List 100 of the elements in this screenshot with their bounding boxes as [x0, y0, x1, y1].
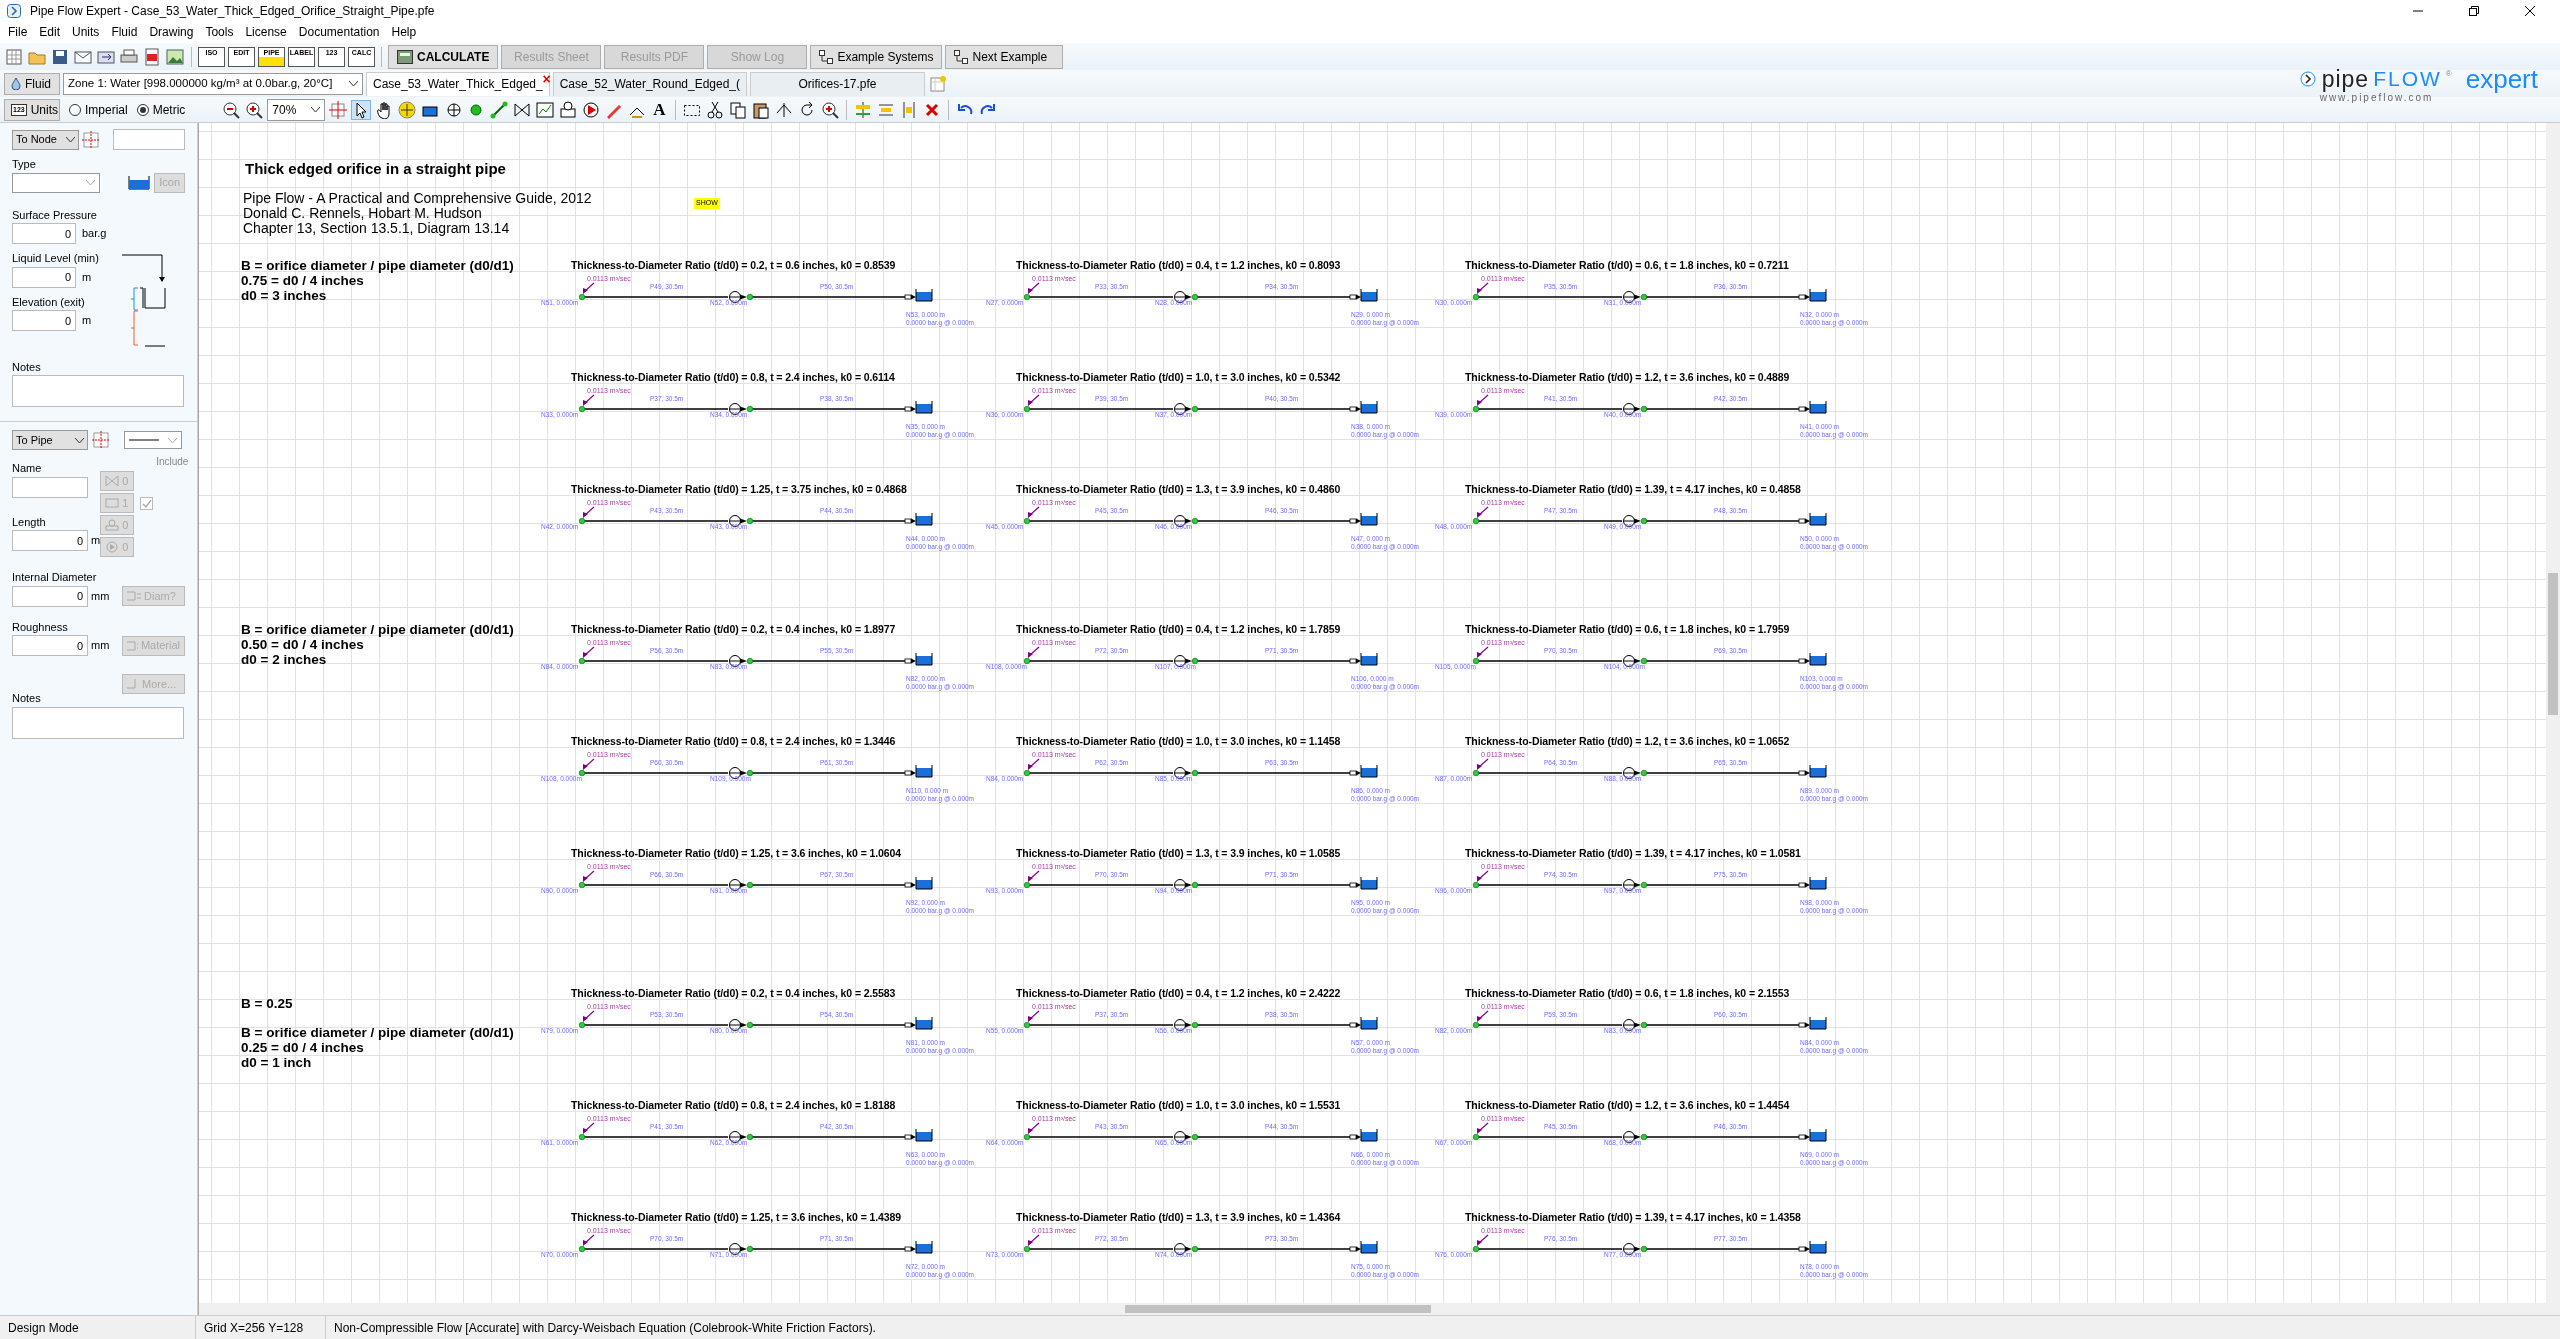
field-label: Notes [12, 691, 42, 706]
component-icon[interactable] [558, 99, 579, 120]
node-dot [1191, 658, 1199, 665]
field-label: Name [12, 461, 43, 476]
node-dot [578, 882, 586, 889]
node-dot [746, 1134, 754, 1141]
number-field[interactable]: 0 [12, 530, 88, 551]
pump-icon[interactable] [581, 99, 602, 120]
scroll-thumb[interactable] [1125, 1305, 1431, 1313]
vertical-scrollbar[interactable] [2546, 123, 2560, 1303]
node-dot [746, 294, 754, 301]
diagram-caption: Thickness-to-Diameter Ratio (t/d0) = 1.25, t = 3.6 inches, k0 = 1.4389 [571, 1209, 903, 1225]
zone-select[interactable]: Zone 1: Water [998.000000 kg/m³ at 0.0bar.g, 20°C] [63, 72, 363, 95]
menu-item[interactable]: License [239, 23, 293, 41]
text-tool-button[interactable]: A [650, 100, 669, 119]
node-dot [1472, 1134, 1480, 1141]
notes-field[interactable] [12, 706, 184, 739]
pipe-target-select[interactable]: To Pipe [12, 430, 88, 450]
menu-item[interactable]: Edit [33, 23, 67, 41]
pipe-icon[interactable] [489, 99, 510, 120]
toolbar-button[interactable]: CALCULATE [388, 44, 499, 69]
menu-item[interactable]: Documentation [292, 23, 386, 41]
node-target-select[interactable]: To Node [12, 129, 79, 150]
menu-item[interactable]: Units [66, 23, 106, 41]
tank-icon [1809, 876, 1827, 890]
diagram-caption: Thickness-to-Diameter Ratio (t/d0) = 0.4, t = 1.2 inches, k0 = 2.4222 [1016, 985, 1342, 1001]
zoom-out-icon[interactable] [221, 99, 242, 120]
diagram-caption: Thickness-to-Diameter Ratio (t/d0) = 0.8, t = 2.4 inches, k0 = 1.3446 [571, 733, 897, 749]
caret-icon [311, 107, 321, 112]
node-dot [1640, 770, 1648, 777]
flow-arrow [583, 282, 595, 295]
toolbar-button[interactable]: Next Example [945, 44, 1064, 69]
tank-icon [1809, 288, 1827, 302]
toolbar-button[interactable]: Example Systems [810, 44, 943, 69]
zoom-area-icon[interactable] [819, 99, 840, 120]
zoom-select[interactable]: 70% [267, 98, 326, 121]
pipe-name-field[interactable] [12, 476, 88, 498]
notes-field[interactable] [12, 375, 184, 407]
node-dot [1640, 658, 1648, 665]
diagram-caption: Thickness-to-Diameter Ratio (t/d0) = 0.8, t = 2.4 inches, k0 = 0.6114 [571, 369, 896, 385]
diagram-caption: Thickness-to-Diameter Ratio (t/d0) = 1.2, t = 3.6 inches, k0 = 1.4454 [1465, 1097, 1791, 1113]
flow-arrow [583, 1122, 595, 1135]
end-fitting-icon [1798, 882, 1810, 888]
file-tab[interactable]: Case_52_Water_Round_Edged_( [552, 71, 748, 96]
menu-item[interactable]: Drawing [143, 23, 200, 41]
tank-icon [1360, 876, 1378, 890]
diagram-caption: Thickness-to-Diameter Ratio (t/d0) = 1.3, t = 3.9 inches, k0 = 1.0585 [1016, 845, 1342, 861]
fluid-button[interactable]: Fluid [4, 72, 60, 95]
scroll-thumb[interactable] [2548, 573, 2558, 715]
radio-option[interactable]: Metric [136, 100, 186, 119]
zoom-in-icon[interactable] [244, 99, 265, 120]
radio-option[interactable]: Imperial [69, 100, 128, 119]
caret-icon [349, 81, 358, 86]
node-dot [1640, 294, 1648, 301]
number-field[interactable]: 0 [12, 585, 88, 607]
diagram-caption: Thickness-to-Diameter Ratio (t/d0) = 1.39, t = 4.17 inches, k0 = 0.4858 [1465, 481, 1802, 497]
menu-item[interactable]: Tools [199, 23, 240, 41]
node-dot [578, 406, 586, 413]
node-dot [1023, 406, 1031, 413]
window-title: Pipe Flow Expert - Case_53_Water_Thick_Edged_Orifice_Straight_Pipe.pfe [30, 2, 435, 20]
tank-icon [1809, 512, 1827, 526]
tank-icon [1360, 764, 1378, 778]
number-field[interactable]: 0 [12, 635, 88, 656]
graph-icon[interactable] [535, 99, 556, 120]
node-name-field[interactable] [113, 129, 185, 150]
number-field[interactable]: 0 [12, 223, 76, 244]
new-file-icon[interactable] [4, 46, 24, 67]
line-style-select[interactable] [124, 431, 182, 449]
number-field[interactable]: 0 [12, 310, 76, 331]
number-field[interactable]: 0 [12, 266, 76, 288]
reference-text: Chapter 13, Section 13.5.1, Diagram 13.14 [243, 220, 510, 236]
component-icon [105, 497, 120, 509]
node-dot [1023, 294, 1031, 301]
menu-item[interactable]: Fluid [105, 23, 144, 41]
node-dot [1023, 518, 1031, 525]
close-tab-button[interactable]: × [542, 68, 551, 90]
image-icon[interactable] [165, 46, 185, 67]
cut-icon[interactable] [704, 99, 725, 120]
file-tab[interactable]: Orifices-17.pfe [750, 71, 926, 96]
type-select[interactable] [12, 172, 100, 193]
pdf-icon[interactable] [142, 46, 162, 67]
node-dot [1640, 1022, 1648, 1029]
menu-item[interactable]: File [2, 23, 34, 41]
locate-icon[interactable] [91, 430, 111, 450]
diagram-caption: Thickness-to-Diameter Ratio (t/d0) = 1.39, t = 4.17 inches, k0 = 1.0581 [1465, 845, 1802, 861]
caret-icon [66, 137, 75, 142]
copy-icon[interactable] [727, 99, 748, 120]
node-dot [578, 1246, 586, 1253]
menu-item[interactable]: Help [385, 23, 423, 41]
node-dot [1472, 406, 1480, 413]
locate-icon[interactable] [82, 129, 100, 150]
include-checkbox[interactable] [140, 496, 154, 510]
pointer-icon[interactable] [351, 99, 372, 120]
flow-arrow [583, 394, 595, 407]
end-fitting-icon [904, 770, 916, 776]
horizontal-scrollbar[interactable] [198, 1303, 2560, 1315]
node-dot [578, 770, 586, 777]
field-label: Include [156, 455, 189, 469]
center-icon[interactable] [328, 99, 349, 120]
caret-icon [168, 437, 177, 443]
